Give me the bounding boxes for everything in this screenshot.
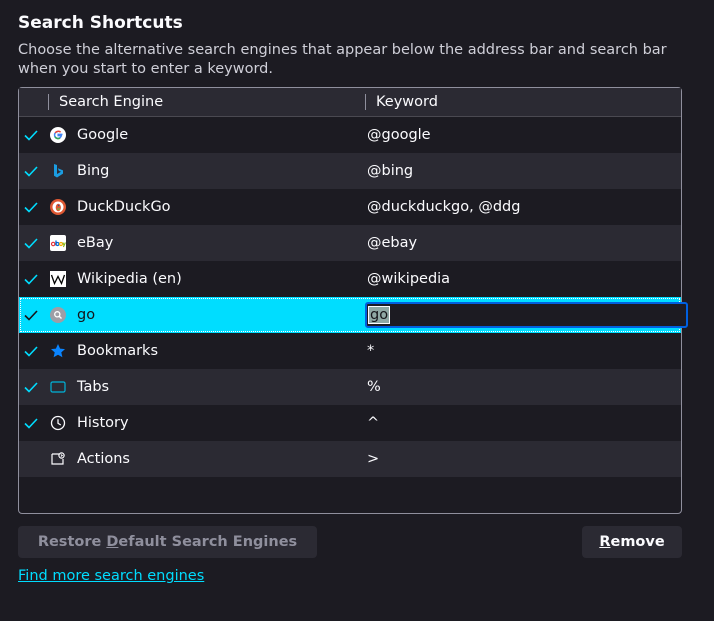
engine-name: Bookmarks (77, 343, 159, 359)
checkmark-icon[interactable] (22, 306, 40, 324)
checkbox-unchecked[interactable] (22, 450, 40, 468)
table-row-ebay[interactable]: eBay @ebay (19, 225, 681, 261)
column-header-search-engine[interactable]: Search Engine (59, 88, 163, 116)
tab-icon (50, 381, 66, 393)
column-header-keyword[interactable]: Keyword (376, 88, 438, 116)
engine-keyword: * (367, 343, 375, 359)
engine-name: go (77, 307, 96, 323)
engine-name: History (77, 415, 129, 431)
engine-keyword: @duckduckgo, @ddg (367, 199, 521, 215)
keyword-edit-field[interactable]: go (365, 302, 688, 328)
engine-name: Wikipedia (en) (77, 271, 182, 287)
checkmark-icon[interactable] (22, 414, 40, 432)
duckduckgo-icon (50, 199, 66, 215)
search-shortcuts-table[interactable]: Search Engine Keyword Google @google Bin… (18, 87, 688, 514)
bing-icon (54, 164, 63, 178)
google-icon (50, 127, 66, 143)
checkmark-icon[interactable] (22, 198, 40, 216)
remove-label-post: emove (610, 534, 665, 550)
checkmark-icon[interactable] (22, 270, 40, 288)
actions-icon (51, 452, 65, 465)
engine-name: Tabs (77, 379, 110, 395)
checkmark-icon[interactable] (22, 342, 40, 360)
table-row-history[interactable]: History ^ (19, 405, 681, 441)
table-row-google[interactable]: Google @google (19, 117, 681, 153)
table-row-wikipedia[interactable]: Wikipedia (en) @wikipedia (19, 261, 681, 297)
engine-name: Google (77, 127, 129, 143)
table-header: Search Engine Keyword (19, 88, 681, 117)
section-title: Search Shortcuts (18, 13, 183, 33)
engine-name: DuckDuckGo (77, 199, 171, 215)
engine-name: Bing (77, 163, 110, 179)
engine-keyword: @google (367, 127, 431, 143)
checkmark-icon[interactable] (22, 162, 40, 180)
engine-keyword: % (367, 379, 381, 395)
checkmark-icon[interactable] (22, 234, 40, 252)
column-separator (48, 94, 49, 110)
engine-keyword: @wikipedia (367, 271, 451, 287)
wikipedia-icon (50, 271, 66, 287)
engine-name: eBay (77, 235, 114, 251)
section-description: Choose the alternative search engines th… (18, 42, 667, 77)
restore-accesskey: D (106, 534, 119, 550)
checkmark-icon[interactable] (22, 126, 40, 144)
column-separator (365, 94, 366, 110)
table-row-go[interactable]: go go (19, 297, 688, 333)
table-row-actions[interactable]: Actions > (19, 441, 681, 477)
remove-button[interactable]: Remove (582, 526, 682, 558)
engine-keyword: > (367, 451, 380, 467)
clock-icon (50, 415, 66, 431)
table-row-bing[interactable]: Bing @bing (19, 153, 681, 189)
table-row-duckduckgo[interactable]: DuckDuckGo @duckduckgo, @ddg (19, 189, 681, 225)
keyword-edit-value[interactable]: go (367, 306, 391, 324)
table-row-tabs[interactable]: Tabs % (19, 369, 681, 405)
engine-keyword: @bing (367, 163, 414, 179)
table-row-bookmarks[interactable]: Bookmarks * (19, 333, 681, 369)
restore-label-post: efault Search Engines (118, 534, 298, 550)
engine-name: Actions (77, 451, 130, 467)
bookmark-star-icon (51, 344, 65, 358)
engine-keyword: @ebay (367, 235, 418, 251)
restore-label-pre: Restore (37, 534, 107, 550)
ebay-icon (50, 235, 66, 251)
remove-accesskey: R (599, 534, 611, 550)
restore-defaults-button[interactable]: Restore Default Search Engines (18, 526, 317, 558)
engine-keyword: ^ (367, 415, 380, 431)
checkmark-icon[interactable] (22, 378, 40, 396)
find-more-engines-link[interactable]: Find more search engines (18, 568, 204, 584)
search-engine-icon (50, 307, 66, 323)
